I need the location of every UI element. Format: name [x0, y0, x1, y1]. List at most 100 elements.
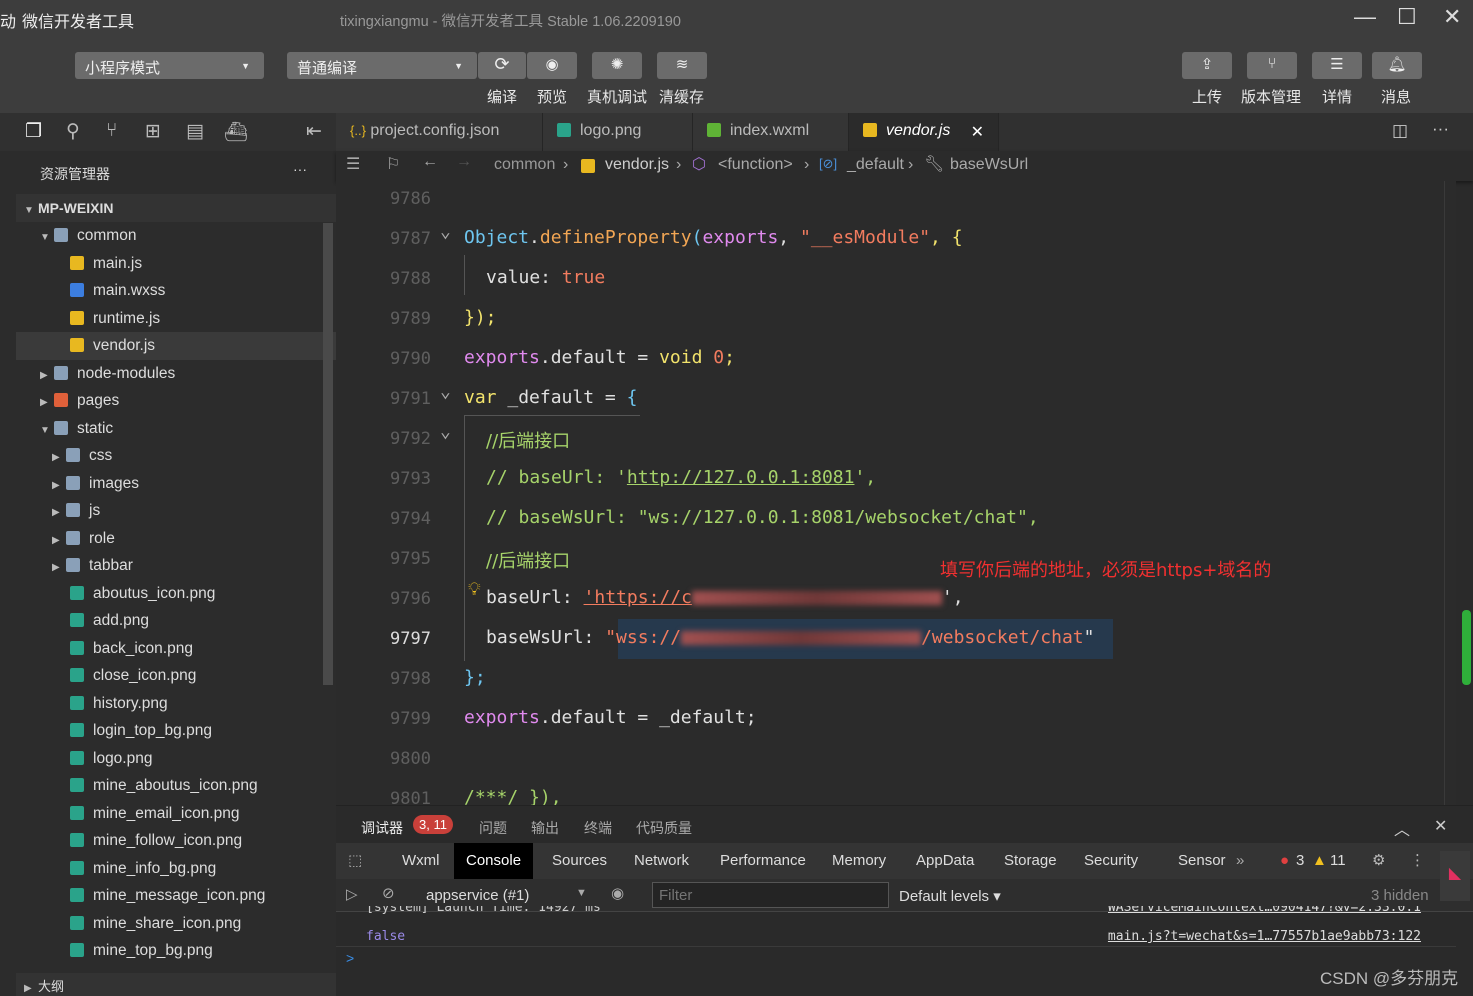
chevron-up-icon[interactable]: ︿: [1394, 816, 1410, 840]
eye-icon[interactable]: ◉: [611, 884, 624, 902]
clear-console-icon[interactable]: ⊘: [382, 884, 395, 902]
devtools-tab-sensor[interactable]: Sensor: [1166, 843, 1238, 879]
crumb-default[interactable]: _default: [847, 156, 904, 174]
tree-item[interactable]: ▶ images: [16, 470, 336, 498]
files-icon[interactable]: ❐: [25, 120, 42, 143]
close-tab-icon[interactable]: ✕: [971, 122, 984, 142]
tab-output[interactable]: 输出: [531, 818, 559, 838]
menu-icon[interactable]: ☰: [1312, 52, 1362, 79]
extensions-icon[interactable]: ⊞: [145, 120, 161, 143]
branch-icon[interactable]: ⑂: [1247, 52, 1297, 79]
tree-item[interactable]: back_icon.png: [16, 635, 336, 663]
code-editor[interactable]: 9786 9787 9788 9789 9790 9791 9792 9793 9794 9795…: [336, 181, 1456, 805]
crumb-function[interactable]: <function>: [718, 156, 793, 174]
clear-cache-label[interactable]: 清缓存: [659, 86, 704, 107]
tree-item[interactable]: mine_info_bg.png: [16, 855, 336, 883]
lightbulb-icon[interactable]: 💡︎: [468, 579, 481, 600]
tree-item[interactable]: ▶ tabbar: [16, 552, 336, 580]
devtools-tab-storage[interactable]: Storage: [992, 843, 1069, 879]
tree-item[interactable]: ▶ pages: [16, 387, 336, 415]
storage-icon[interactable]: ▤: [186, 120, 204, 143]
tree-item[interactable]: main.wxss: [16, 277, 336, 305]
tree-item[interactable]: ▶ role: [16, 525, 336, 553]
refresh-icon[interactable]: ⟳: [478, 52, 526, 79]
maximize-button[interactable]: ☐: [1397, 4, 1417, 30]
sidebar-toggle-icon[interactable]: ▷: [346, 885, 358, 903]
upload-icon[interactable]: ⇪: [1182, 52, 1232, 79]
outline-section[interactable]: ▶ 大纲: [16, 973, 336, 996]
git-icon[interactable]: ⑂: [106, 120, 117, 142]
overview-ruler[interactable]: [1444, 181, 1456, 805]
tree-item[interactable]: vendor.js: [16, 332, 336, 360]
split-editor-icon[interactable]: ◫: [1392, 121, 1408, 141]
compile-label[interactable]: 编译: [487, 86, 517, 107]
mode-select[interactable]: 小程序模式 ▼: [75, 52, 264, 79]
bell-icon[interactable]: 🔔︎: [1372, 52, 1422, 79]
context-select[interactable]: appservice (#1): [426, 887, 529, 904]
tab-terminal[interactable]: 终端: [584, 818, 612, 838]
tree-item[interactable]: logo.png: [16, 745, 336, 773]
devtools-side-icon[interactable]: ◣: [1440, 851, 1470, 901]
devtools-tab-network[interactable]: Network: [622, 843, 701, 879]
tree-item[interactable]: history.png: [16, 690, 336, 718]
more-tabs-icon[interactable]: »: [1236, 843, 1244, 879]
tree-item[interactable]: mine_message_icon.png: [16, 882, 336, 910]
tab-project-config[interactable]: {..} project.config.json: [336, 113, 543, 151]
version-label[interactable]: 版本管理: [1241, 86, 1301, 107]
crumb-common[interactable]: common: [494, 156, 555, 174]
devtools-tab-console[interactable]: Console: [454, 843, 534, 879]
devtools-tab-performance[interactable]: Performance: [708, 843, 818, 879]
fold-icon[interactable]: ⌄: [440, 421, 451, 442]
tree-item[interactable]: mine_email_icon.png: [16, 800, 336, 828]
kebab-menu-icon[interactable]: ⋮: [1410, 843, 1425, 879]
compile-mode-select[interactable]: 普通编译 ▼: [287, 52, 477, 79]
devtools-tab-security[interactable]: Security: [1072, 843, 1150, 879]
devtools-tab-appdata[interactable]: AppData: [904, 843, 986, 879]
tab-index-wxml[interactable]: index.wxml: [693, 113, 849, 151]
tab-logo-png[interactable]: logo.png: [543, 113, 693, 151]
docker-icon[interactable]: ⛴: [224, 120, 248, 144]
tree-item[interactable]: aboutus_icon.png: [16, 580, 336, 608]
warning-count[interactable]: 11: [1330, 843, 1346, 879]
tree-item[interactable]: mine_top_bg.png: [16, 937, 336, 965]
tree-item[interactable]: ▶ css: [16, 442, 336, 470]
console-prompt[interactable]: >: [346, 950, 354, 966]
crumb-vendor[interactable]: vendor.js: [605, 156, 669, 174]
close-button[interactable]: ✕: [1443, 4, 1461, 30]
back-icon[interactable]: ←: [422, 153, 438, 171]
devtools-tab-wxml[interactable]: Wxml: [390, 843, 452, 879]
bookmark-icon[interactable]: ⚐: [386, 154, 400, 174]
tree-item[interactable]: add.png: [16, 607, 336, 635]
eye-icon[interactable]: ◉: [527, 52, 577, 79]
log-source-link[interactable]: WAServiceMainContext…0904147?&v=2.33.0.1: [1108, 906, 1421, 916]
fold-icon[interactable]: ⌄: [440, 381, 451, 402]
tree-item[interactable]: close_icon.png: [16, 662, 336, 690]
upload-label[interactable]: 上传: [1192, 86, 1222, 107]
filter-input[interactable]: [652, 882, 889, 908]
error-count[interactable]: 3: [1296, 843, 1304, 879]
details-label[interactable]: 详情: [1322, 86, 1352, 107]
more-icon[interactable]: ···: [293, 161, 307, 177]
minimize-button[interactable]: —: [1354, 4, 1376, 30]
root-folder[interactable]: ▼ MP-WEIXIN: [16, 194, 336, 222]
close-panel-icon[interactable]: ✕: [1434, 816, 1447, 836]
tree-item[interactable]: ▼ common: [16, 222, 336, 250]
crumb-basewsurl[interactable]: baseWsUrl: [950, 156, 1028, 174]
devtools-tab-memory[interactable]: Memory: [820, 843, 898, 879]
devtools-tab-sources[interactable]: Sources: [540, 843, 619, 879]
settings-icon[interactable]: ⚙: [1372, 843, 1385, 879]
tab-problems[interactable]: 问题: [479, 818, 507, 838]
more-actions-icon[interactable]: ···: [1432, 119, 1449, 139]
tree-item[interactable]: login_top_bg.png: [16, 717, 336, 745]
tree-item[interactable]: ▶ js: [16, 497, 336, 525]
tab-code-quality[interactable]: 代码质量: [636, 818, 692, 838]
bug-icon[interactable]: ✺: [592, 52, 642, 79]
tree-item[interactable]: mine_aboutus_icon.png: [16, 772, 336, 800]
list-icon[interactable]: ☰: [346, 154, 360, 174]
scrollbar[interactable]: [323, 223, 333, 685]
log-source-link[interactable]: main.js?t=wechat&s=1…77557b1ae9abb73:122: [1108, 929, 1421, 944]
fold-icon[interactable]: ⌄: [440, 221, 451, 242]
tab-vendor-js[interactable]: vendor.js ✕: [849, 113, 999, 151]
layers-icon[interactable]: ≋: [657, 52, 707, 79]
search-icon[interactable]: ⚲: [66, 120, 80, 143]
